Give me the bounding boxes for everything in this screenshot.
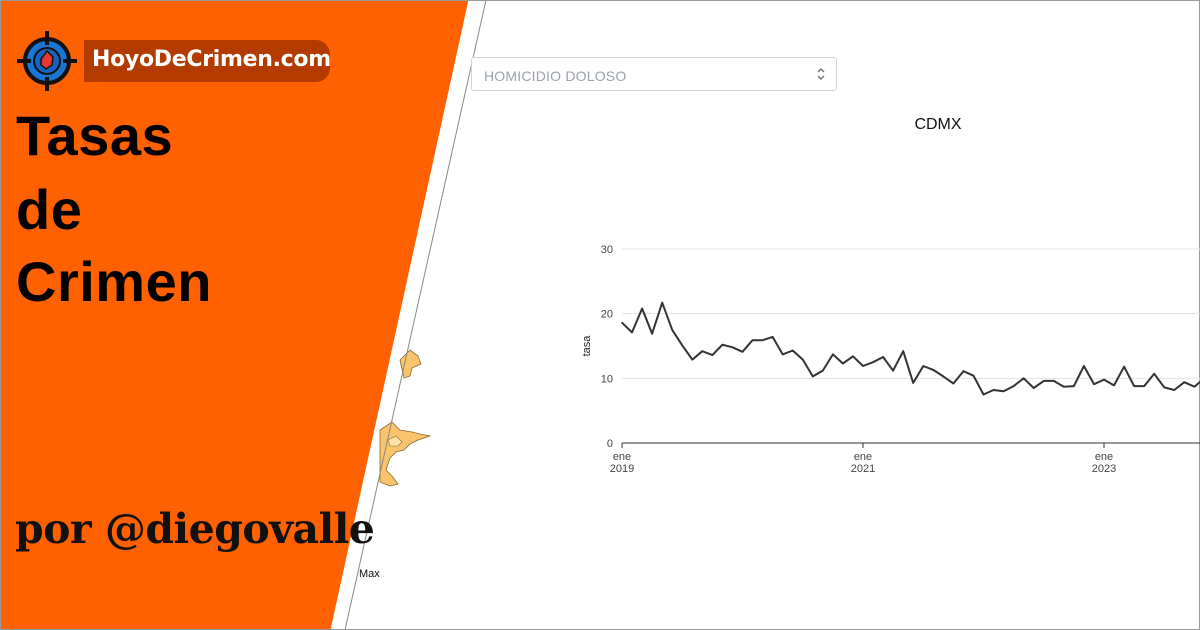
data-point bbox=[892, 369, 894, 372]
data-point bbox=[992, 389, 995, 391]
y-axis-label: tasa bbox=[581, 335, 593, 357]
data-point bbox=[832, 353, 834, 356]
y-tick-label: 30 bbox=[601, 244, 613, 256]
line-chart: CDMX 0102030ene2019ene2021ene2023 tasa bbox=[581, 116, 1200, 475]
data-point bbox=[1163, 386, 1166, 389]
x-tick-label-month: ene bbox=[1095, 451, 1113, 463]
data-point bbox=[751, 339, 754, 342]
data-point bbox=[902, 350, 904, 353]
social-card: HoyoDeCrimen.com Tasas de Crimen por @di… bbox=[0, 0, 1200, 630]
series-line bbox=[621, 301, 1200, 396]
data-point bbox=[691, 358, 694, 361]
data-point bbox=[862, 365, 864, 367]
data-point bbox=[1012, 385, 1015, 387]
x-tick-label-year: 2023 bbox=[1092, 463, 1116, 475]
data-point bbox=[1193, 385, 1196, 388]
data-point bbox=[852, 355, 854, 358]
data-point bbox=[962, 370, 965, 373]
data-point bbox=[1093, 383, 1095, 386]
y-tick-label: 20 bbox=[601, 309, 613, 321]
data-point bbox=[1032, 387, 1035, 389]
data-point bbox=[631, 331, 633, 334]
data-point bbox=[711, 354, 714, 356]
data-point bbox=[701, 350, 704, 353]
data-point bbox=[842, 362, 844, 365]
data-point bbox=[781, 353, 784, 356]
data-point bbox=[761, 339, 764, 342]
x-tick-label-year: 2019 bbox=[610, 463, 634, 475]
data-point bbox=[822, 369, 824, 372]
data-point bbox=[1043, 380, 1045, 382]
data-point bbox=[731, 346, 734, 349]
data-point bbox=[671, 329, 673, 331]
data-point bbox=[1083, 365, 1085, 367]
data-point bbox=[1053, 380, 1055, 382]
data-point bbox=[1173, 389, 1176, 391]
data-point bbox=[771, 336, 774, 338]
data-point bbox=[791, 349, 794, 352]
y-tick-label: 10 bbox=[601, 373, 613, 385]
data-point bbox=[681, 344, 684, 347]
data-point bbox=[1073, 385, 1075, 387]
x-tick-label-year: 2021 bbox=[851, 463, 875, 475]
data-point bbox=[1103, 378, 1105, 381]
data-point bbox=[1113, 384, 1115, 387]
y-tick-label: 0 bbox=[607, 438, 613, 450]
x-tick-label-month: ene bbox=[613, 451, 631, 463]
data-point bbox=[932, 369, 935, 371]
data-point bbox=[641, 307, 643, 310]
data-point bbox=[1143, 385, 1145, 387]
data-point bbox=[1123, 365, 1125, 368]
data-point bbox=[1022, 377, 1025, 380]
x-tick-label-month: ene bbox=[854, 451, 872, 463]
data-point bbox=[1133, 385, 1135, 387]
data-point bbox=[882, 356, 884, 358]
data-point bbox=[1063, 385, 1065, 388]
data-point bbox=[1153, 373, 1155, 375]
data-point bbox=[741, 351, 744, 353]
data-point bbox=[802, 358, 804, 361]
data-point bbox=[1002, 390, 1005, 393]
data-point bbox=[922, 365, 925, 367]
data-point bbox=[721, 343, 724, 346]
data-point bbox=[661, 301, 663, 304]
data-point bbox=[942, 375, 945, 378]
data-point bbox=[952, 382, 955, 385]
data-point bbox=[982, 393, 985, 396]
data-point bbox=[912, 382, 914, 384]
chart-title: CDMX bbox=[914, 116, 961, 133]
data-point bbox=[872, 361, 874, 364]
data-point bbox=[651, 332, 653, 335]
data-point bbox=[812, 375, 814, 378]
data-point bbox=[621, 321, 623, 324]
data-point bbox=[1183, 381, 1186, 384]
data-point bbox=[972, 374, 975, 377]
